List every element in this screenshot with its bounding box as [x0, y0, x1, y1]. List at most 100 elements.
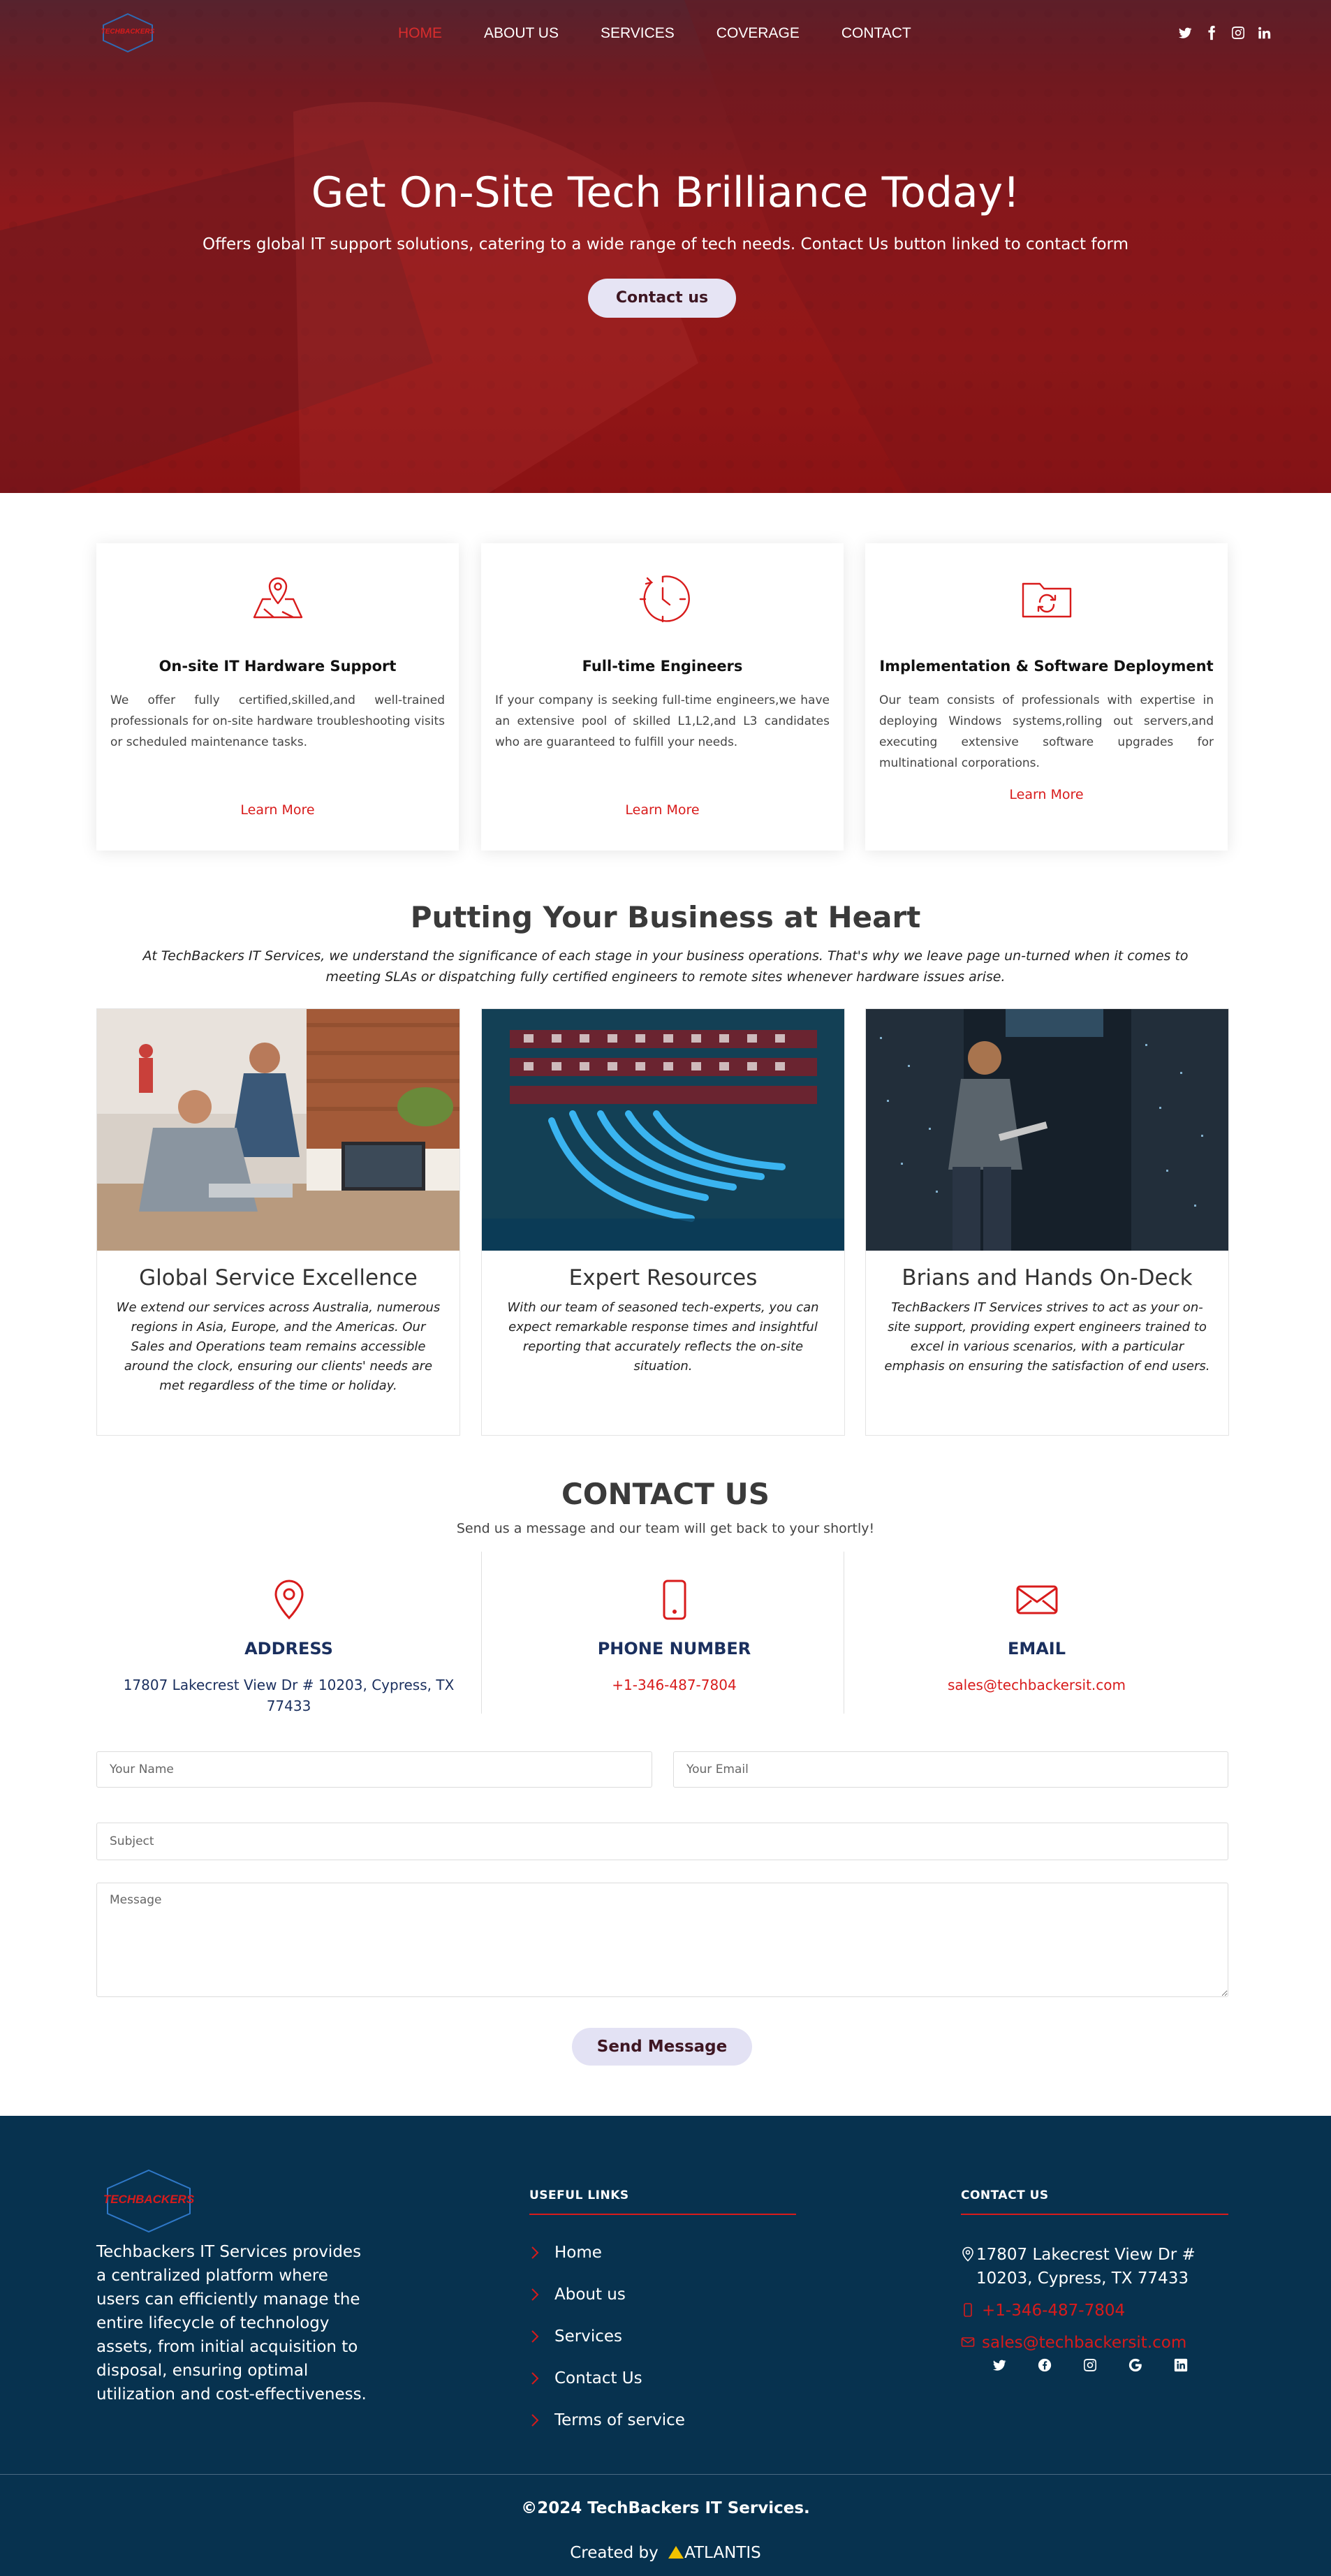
contact-title: CONTACT US — [561, 1477, 770, 1511]
footer-link-terms[interactable]: Terms of service — [529, 2406, 781, 2434]
footer-phone: +1-346-487-7804 — [982, 2302, 1126, 2320]
email-label: EMAIL — [1007, 1639, 1066, 1658]
envelope-icon — [1016, 1578, 1058, 1621]
phone-label: PHONE NUMBER — [597, 1639, 751, 1658]
footer-logo[interactable]: TECHBACKERS — [96, 2166, 201, 2236]
feature-description: TechBackers IT Services strives to act a… — [884, 1300, 1210, 1374]
contact-phone-block: PHONE NUMBER +1-346-487-7804 — [481, 1552, 866, 1714]
nav-menu: HOME ABOUT US SERVICES COVERAGE CONTACT — [398, 25, 953, 42]
service-description: We offer fully certified,skilled,and wel… — [110, 693, 445, 749]
location-pin-icon — [961, 2246, 975, 2262]
chevron-right-icon — [529, 2330, 541, 2343]
header-social-links — [1177, 25, 1272, 41]
google-icon[interactable] — [1128, 2357, 1143, 2373]
brand-logo-text: TECHBACKERS — [101, 28, 155, 36]
useful-links-underline — [529, 2214, 796, 2215]
service-card-software-deployment: Implementation & Software Deployment Our… — [865, 543, 1228, 851]
footer-social-links — [992, 2357, 1219, 2373]
twitter-icon[interactable] — [1177, 25, 1193, 41]
feature-card-global-service: Global Service Excellence We extend our … — [96, 1008, 460, 1436]
location-pin-icon — [272, 1578, 307, 1621]
linkedin-icon[interactable] — [1173, 2357, 1189, 2373]
footer-email-row[interactable]: sales@techbackersit.com — [961, 2331, 1226, 2355]
chevron-right-icon — [529, 2371, 541, 2385]
footer-link-services[interactable]: Services — [529, 2323, 781, 2350]
clock-icon — [635, 571, 691, 627]
atlantis-logo-icon[interactable] — [668, 2545, 684, 2560]
chevron-right-icon — [529, 2413, 541, 2427]
footer-email: sales@techbackersit.com — [982, 2334, 1187, 2352]
feature-title: Expert Resources — [568, 1265, 758, 1290]
feature-description: We extend our services across Australia,… — [116, 1300, 441, 1393]
email-input[interactable] — [673, 1751, 1228, 1788]
address-value: 17807 Lakecrest View Dr # 10203, Cypress… — [123, 1677, 455, 1714]
hero-section: TECHBACKERS HOME ABOUT US SERVICES COVER… — [0, 0, 1331, 493]
contact-email-block: EMAIL sales@techbackersit.com — [844, 1552, 1228, 1714]
instagram-icon[interactable] — [1082, 2357, 1098, 2373]
feature-card-expert-resources: Expert Resources With our team of season… — [481, 1008, 845, 1436]
network-switch-photo — [482, 1009, 844, 1251]
brand-logo[interactable]: TECHBACKERS — [96, 11, 159, 54]
service-card-onsite-support: On-site IT Hardware Support We offer ful… — [96, 543, 459, 851]
chevron-right-icon — [529, 2288, 541, 2302]
nav-item-home[interactable]: HOME — [398, 25, 442, 42]
feature-description: With our team of seasoned tech-experts, … — [507, 1300, 819, 1374]
nav-item-services[interactable]: SERVICES — [601, 25, 675, 42]
footer-address-row: 17807 Lakecrest View Dr # 10203, Cypress… — [961, 2243, 1226, 2290]
credit-prefix: Created by — [570, 2544, 659, 2562]
credit-brand[interactable]: ATLANTIS — [684, 2544, 761, 2562]
footer-phone-row[interactable]: +1-346-487-7804 — [961, 2299, 1226, 2323]
address-label: ADDRESS — [244, 1639, 333, 1658]
feature-title: Brians and Hands On-Deck — [902, 1265, 1193, 1290]
instagram-icon[interactable] — [1230, 25, 1246, 41]
feature-card-hands-on-deck: Brians and Hands On-Deck TechBackers IT … — [865, 1008, 1229, 1436]
send-message-button[interactable]: Send Message — [572, 2028, 752, 2066]
contact-subtitle: Send us a message and our team will get … — [456, 1521, 875, 1536]
footer-contact-heading: CONTACT US — [961, 2188, 1049, 2202]
learn-more-link[interactable]: Learn More — [481, 802, 844, 818]
nav-item-contact[interactable]: CONTACT — [841, 25, 911, 42]
service-card-fulltime-engineers: Full-time Engineers If your company is s… — [481, 543, 844, 851]
footer-link-contact-us[interactable]: Contact Us — [529, 2364, 781, 2392]
contact-address-block: ADDRESS 17807 Lakecrest View Dr # 10203,… — [96, 1552, 481, 1714]
footer-link-about-us[interactable]: About us — [529, 2281, 781, 2309]
useful-links-heading: USEFUL LINKS — [529, 2188, 629, 2202]
credit-line: Created by ATLANTIS — [0, 2542, 1331, 2564]
envelope-icon — [961, 2334, 975, 2350]
office-team-photo — [97, 1009, 459, 1251]
nav-item-coverage[interactable]: COVERAGE — [716, 25, 800, 42]
footer-link-home[interactable]: Home — [529, 2239, 781, 2267]
footer-logo-text: TECHBACKERS — [103, 2193, 195, 2206]
chevron-right-icon — [529, 2246, 541, 2260]
service-description: If your company is seeking full-time eng… — [495, 693, 830, 749]
learn-more-link[interactable]: Learn More — [865, 786, 1228, 803]
message-textarea[interactable] — [96, 1883, 1228, 1997]
learn-more-link[interactable]: Learn More — [96, 802, 459, 818]
contact-us-button[interactable]: Contact us — [588, 279, 736, 318]
footer: TECHBACKERS Techbackers IT Services prov… — [0, 2116, 1331, 2576]
service-title: Implementation & Software Deployment — [879, 658, 1214, 675]
phone-icon — [657, 1578, 692, 1621]
twitter-icon[interactable] — [992, 2357, 1007, 2373]
hero-title: Get On-Site Tech Brilliance Today! — [311, 168, 1020, 217]
facebook-icon[interactable] — [1037, 2357, 1052, 2373]
footer-about-text: Techbackers IT Services provides a centr… — [96, 2243, 367, 2404]
folder-sync-icon — [1019, 571, 1075, 627]
linkedin-icon[interactable] — [1257, 25, 1272, 41]
name-input[interactable] — [96, 1751, 652, 1788]
facebook-icon[interactable] — [1204, 25, 1219, 41]
subject-input[interactable] — [96, 1823, 1228, 1860]
nav-item-about-us[interactable]: ABOUT US — [484, 25, 559, 42]
top-navigation: TECHBACKERS HOME ABOUT US SERVICES COVER… — [0, 0, 1331, 70]
section-title: Putting Your Business at Heart — [410, 900, 921, 934]
copyright-text: ©2024 TechBackers IT Services. — [521, 2499, 810, 2517]
footer-address: 17807 Lakecrest View Dr # 10203, Cypress… — [976, 2246, 1196, 2288]
email-value[interactable]: sales@techbackersit.com — [851, 1675, 1222, 1695]
phone-value[interactable]: +1-346-487-7804 — [489, 1675, 860, 1695]
service-title: On-site IT Hardware Support — [159, 658, 397, 675]
feature-title: Global Service Excellence — [139, 1265, 418, 1290]
footer-contact-underline — [961, 2214, 1228, 2215]
map-pin-icon — [250, 571, 306, 627]
phone-icon — [961, 2302, 975, 2318]
section-description: At TechBackers IT Services, we understan… — [142, 948, 1189, 985]
